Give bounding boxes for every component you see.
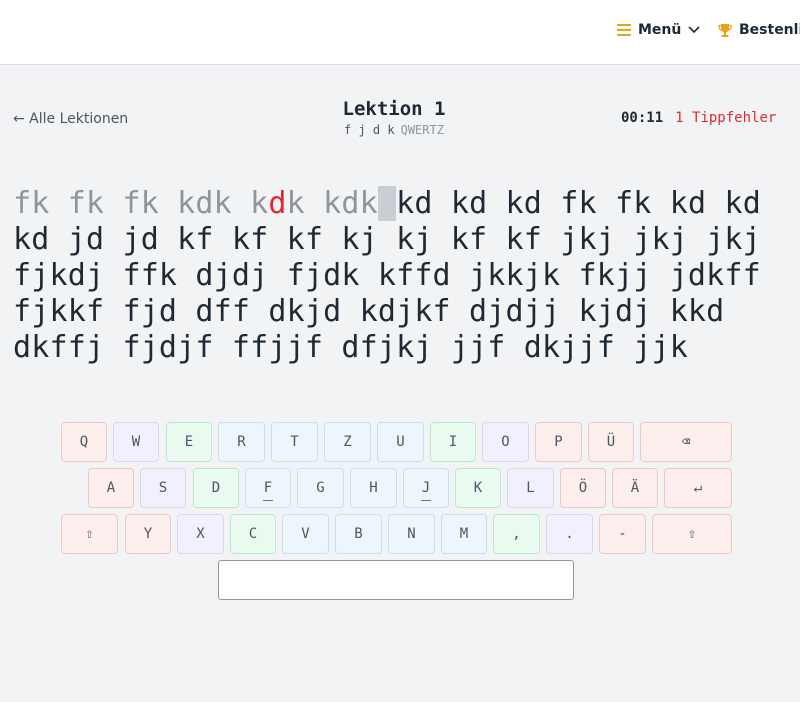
text-line-1: fk fk fk kdk kdk kdk kd kd kd fk fk kd k… — [13, 186, 793, 222]
pending-text: kd kd kd fk fk kd kd — [396, 186, 761, 221]
hamburger-icon — [617, 24, 631, 36]
key-r[interactable]: R — [218, 422, 265, 462]
key-minus[interactable]: - — [599, 514, 646, 554]
key-s[interactable]: S — [140, 468, 186, 508]
key-a[interactable]: A — [88, 468, 134, 508]
key-period[interactable]: . — [546, 514, 593, 554]
enter-key[interactable]: ↵ — [664, 468, 732, 508]
leaderboard-link[interactable]: Bestenliste — [718, 22, 800, 38]
lesson-subtitle: f j d k QWERTZ — [272, 123, 516, 137]
text-line-5: dkffj fjdjf ffjjf dfjkj jjf dkjjf jjk — [13, 330, 688, 365]
text-line-3: fjkdj ffk djdj fjdk kffd jkkjk fkjj jdkf… — [13, 258, 761, 293]
key-d[interactable]: D — [193, 468, 239, 508]
key-j-label: J — [421, 480, 431, 496]
key-u[interactable]: U — [377, 422, 424, 462]
key-h[interactable]: H — [350, 468, 397, 508]
backspace-key[interactable]: ⌫ — [640, 422, 732, 462]
text-line-4: fjkkf fjd dff dkjd kdjkf djdjj kjdj kkd — [13, 294, 725, 329]
text-line-2: kd jd jd kf kf kf kj kj kf kf jkj jkj jk… — [13, 222, 761, 257]
key-y[interactable]: Y — [125, 514, 171, 554]
key-v[interactable]: V — [282, 514, 329, 554]
error-count: 1 Tippfehler — [675, 110, 777, 126]
key-b[interactable]: B — [335, 514, 382, 554]
shift-left-key[interactable]: ⇧ — [61, 514, 118, 554]
key-i[interactable]: I — [430, 422, 476, 462]
key-p[interactable]: P — [535, 422, 582, 462]
key-ae[interactable]: Ä — [612, 468, 658, 508]
key-w[interactable]: W — [113, 422, 159, 462]
chevron-down-icon — [688, 26, 700, 34]
lesson-header: Lektion 1 f j d k QWERTZ — [272, 98, 516, 137]
key-f-label: F — [263, 480, 273, 496]
menu-label: Menü — [638, 22, 682, 38]
typed-text: fk fk fk kdk k — [13, 186, 269, 221]
typo-char: d — [268, 186, 287, 221]
shift-right-key[interactable]: ⇧ — [652, 514, 732, 554]
trophy-icon — [718, 23, 732, 37]
key-f[interactable]: F — [245, 468, 291, 508]
key-n[interactable]: N — [388, 514, 435, 554]
key-g[interactable]: G — [297, 468, 344, 508]
lesson-title: Lektion 1 — [342, 98, 446, 120]
key-comma[interactable]: , — [493, 514, 540, 554]
typing-input[interactable] — [218, 560, 574, 600]
key-o[interactable]: O — [482, 422, 529, 462]
typed-text-after-typo: k kdk — [286, 186, 378, 221]
typing-text: fk fk fk kdk kdk kdk kd kd kd fk fk kd k… — [13, 186, 793, 366]
back-to-lessons-link[interactable]: ← Alle Lektionen — [13, 111, 128, 127]
timer: 00:11 — [621, 110, 664, 126]
home-row-marker — [421, 500, 431, 501]
stats: 00:11 1 Tippfehler — [621, 110, 776, 126]
key-c[interactable]: C — [230, 514, 276, 554]
key-t[interactable]: T — [271, 422, 318, 462]
lesson-keys: f j d k — [344, 123, 395, 137]
menu-button[interactable]: Menü — [617, 22, 700, 38]
key-z[interactable]: Z — [324, 422, 371, 462]
leaderboard-label: Bestenliste — [739, 22, 800, 38]
key-m[interactable]: M — [441, 514, 487, 554]
key-e[interactable]: E — [166, 422, 212, 462]
key-ue[interactable]: Ü — [588, 422, 634, 462]
key-j[interactable]: J — [403, 468, 449, 508]
top-bar: Menü Bestenliste — [0, 0, 800, 65]
text-cursor — [377, 186, 397, 221]
key-q[interactable]: Q — [61, 422, 107, 462]
key-k[interactable]: K — [455, 468, 501, 508]
keyboard-layout-label: QWERTZ — [400, 123, 444, 137]
key-l[interactable]: L — [507, 468, 554, 508]
key-x[interactable]: X — [177, 514, 224, 554]
home-row-marker — [263, 500, 273, 501]
key-oe[interactable]: Ö — [560, 468, 606, 508]
